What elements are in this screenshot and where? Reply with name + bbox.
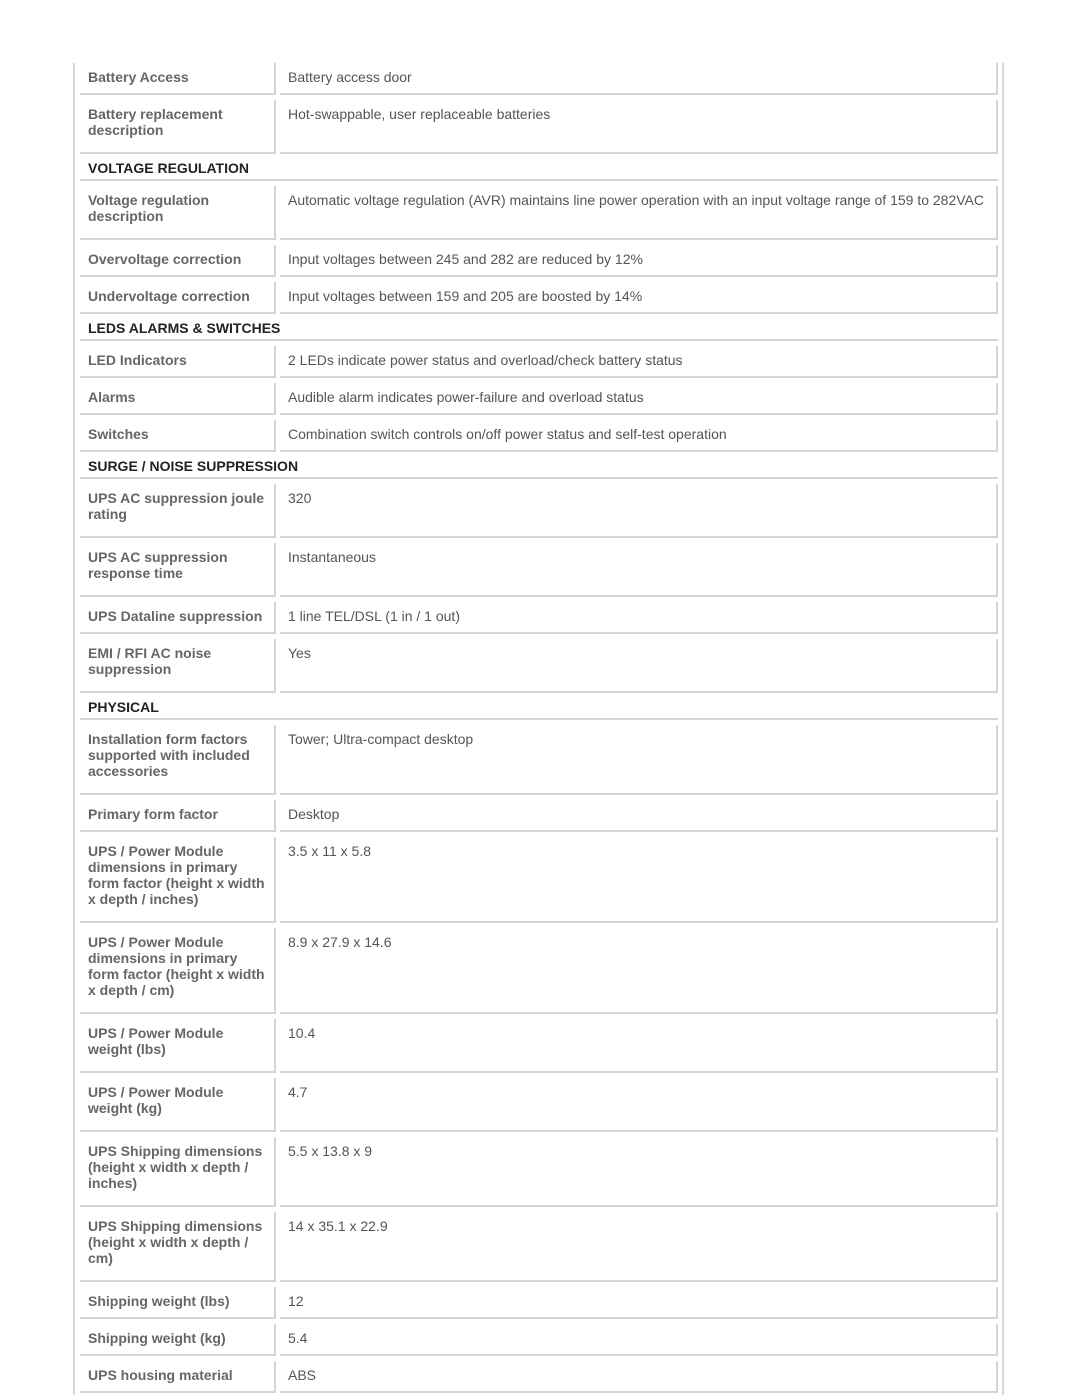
specifications-table-body: Battery Access Battery access door Battery… <box>80 63 998 1393</box>
spec-value: Yes <box>280 639 998 693</box>
spec-value: 2 LEDs indicate power status and overloa… <box>280 346 998 378</box>
spec-label: Undervoltage correction <box>80 282 276 314</box>
spec-value: Instantaneous <box>280 543 998 597</box>
spec-value: 10.4 <box>280 1019 998 1073</box>
spec-value: 5.4 <box>280 1324 998 1356</box>
spec-row: Battery replacement description Hot-swapp… <box>80 100 998 154</box>
spec-row: UPS / Power Module dimensions in primary… <box>80 928 998 1014</box>
section-header-row: VOLTAGE REGULATION <box>80 159 998 181</box>
spec-label: Shipping weight (kg) <box>80 1324 276 1356</box>
spec-row: Primary form factor Desktop <box>80 800 998 832</box>
spec-value: Battery access door <box>280 63 998 95</box>
spec-label: UPS / Power Module dimensions in primary… <box>80 928 276 1014</box>
spec-value: 3.5 x 11 x 5.8 <box>280 837 998 923</box>
spec-label: UPS AC suppression joule rating <box>80 484 276 538</box>
spec-row: Switches Combination switch controls on/o… <box>80 420 998 452</box>
spec-label: UPS / Power Module weight (kg) <box>80 1078 276 1132</box>
spec-value: 4.7 <box>280 1078 998 1132</box>
spec-row: UPS / Power Module weight (lbs) 10.4 <box>80 1019 998 1073</box>
spec-label: Primary form factor <box>80 800 276 832</box>
spec-label: UPS AC suppression response time <box>80 543 276 597</box>
section-heading: PHYSICAL <box>80 698 998 720</box>
section-heading: VOLTAGE REGULATION <box>80 159 998 181</box>
section-header-row: LEDS ALARMS & SWITCHES <box>80 319 998 341</box>
spec-value: 1 line TEL/DSL (1 in / 1 out) <box>280 602 998 634</box>
spec-label: Alarms <box>80 383 276 415</box>
spec-value: Automatic voltage regulation (AVR) maint… <box>280 186 998 240</box>
spec-row: UPS / Power Module weight (kg) 4.7 <box>80 1078 998 1132</box>
spec-value: 8.9 x 27.9 x 14.6 <box>280 928 998 1014</box>
spec-value: Combination switch controls on/off power… <box>280 420 998 452</box>
spec-sheet-container: Battery Access Battery access door Battery… <box>73 63 1004 1395</box>
spec-row: Installation form factors supported with… <box>80 725 998 795</box>
spec-label: Overvoltage correction <box>80 245 276 277</box>
spec-row: Voltage regulation description Automatic … <box>80 186 998 240</box>
spec-value: Input voltages between 245 and 282 are r… <box>280 245 998 277</box>
spec-row: Alarms Audible alarm indicates power-fail… <box>80 383 998 415</box>
spec-label: UPS / Power Module weight (lbs) <box>80 1019 276 1073</box>
spec-label: UPS Dataline suppression <box>80 602 276 634</box>
spec-row: LED Indicators 2 LEDs indicate power stat… <box>80 346 998 378</box>
section-header-row: SURGE / NOISE SUPPRESSION <box>80 457 998 479</box>
spec-row: Undervoltage correction Input voltages be… <box>80 282 998 314</box>
spec-label: Switches <box>80 420 276 452</box>
spec-row: Shipping weight (lbs) 12 <box>80 1287 998 1319</box>
spec-label: Voltage regulation description <box>80 186 276 240</box>
spec-label: UPS Shipping dimensions (height x width … <box>80 1212 276 1282</box>
spec-row: UPS Dataline suppression 1 line TEL/DSL (… <box>80 602 998 634</box>
spec-label: UPS / Power Module dimensions in primary… <box>80 837 276 923</box>
spec-row: UPS AC suppression response time Instanta… <box>80 543 998 597</box>
spec-row: Battery Access Battery access door <box>80 63 998 95</box>
spec-label: EMI / RFI AC noise suppression <box>80 639 276 693</box>
spec-value: Desktop <box>280 800 998 832</box>
spec-label: Battery replacement description <box>80 100 276 154</box>
spec-row: Overvoltage correction Input voltages bet… <box>80 245 998 277</box>
spec-value: 320 <box>280 484 998 538</box>
spec-value: Tower; Ultra-compact desktop <box>280 725 998 795</box>
spec-label: Installation form factors supported with… <box>80 725 276 795</box>
spec-value: 14 x 35.1 x 22.9 <box>280 1212 998 1282</box>
spec-value: 5.5 x 13.8 x 9 <box>280 1137 998 1207</box>
spec-row: Shipping weight (kg) 5.4 <box>80 1324 998 1356</box>
spec-row: UPS Shipping dimensions (height x width … <box>80 1137 998 1207</box>
spec-label: UPS housing material <box>80 1361 276 1393</box>
spec-row: UPS AC suppression joule rating 320 <box>80 484 998 538</box>
spec-row: UPS / Power Module dimensions in primary… <box>80 837 998 923</box>
spec-value: Hot-swappable, user replaceable batterie… <box>280 100 998 154</box>
spec-value: ABS <box>280 1361 998 1393</box>
section-header-row: PHYSICAL <box>80 698 998 720</box>
spec-row: UPS housing material ABS <box>80 1361 998 1393</box>
spec-label: UPS Shipping dimensions (height x width … <box>80 1137 276 1207</box>
spec-label: Shipping weight (lbs) <box>80 1287 276 1319</box>
spec-row: EMI / RFI AC noise suppression Yes <box>80 639 998 693</box>
spec-row: UPS Shipping dimensions (height x width … <box>80 1212 998 1282</box>
spec-label: Battery Access <box>80 63 276 95</box>
spec-label: LED Indicators <box>80 346 276 378</box>
section-heading: LEDS ALARMS & SWITCHES <box>80 319 998 341</box>
spec-value: Input voltages between 159 and 205 are b… <box>280 282 998 314</box>
spec-value: Audible alarm indicates power-failure an… <box>280 383 998 415</box>
spec-value: 12 <box>280 1287 998 1319</box>
specifications-table: Battery Access Battery access door Battery… <box>76 58 1002 1398</box>
section-heading: SURGE / NOISE SUPPRESSION <box>80 457 998 479</box>
